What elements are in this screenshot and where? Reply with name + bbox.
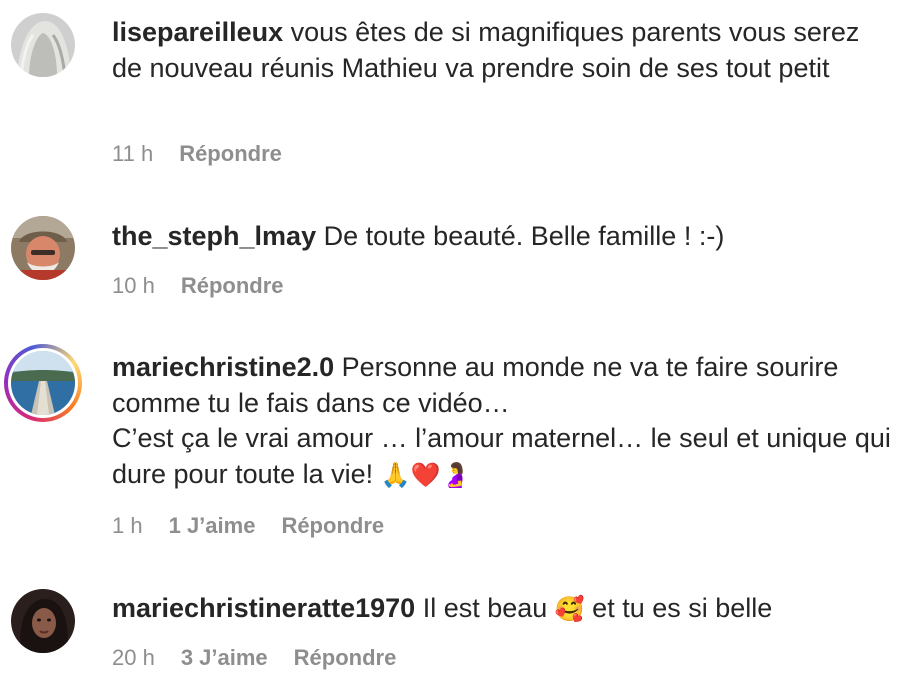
comment-body: the_steph_lmay De toute beauté. Belle fa… <box>112 219 892 255</box>
comment-username[interactable]: mariechristine2.0 <box>112 352 334 382</box>
avatar[interactable] <box>11 589 75 653</box>
reply-button[interactable]: Répondre <box>281 513 384 539</box>
comment-time[interactable]: 10 h <box>112 273 155 299</box>
likes-count[interactable]: 3 J’aime <box>181 645 268 671</box>
comment-body: mariechristineratte1970 Il est beau 🥰 et… <box>112 591 892 628</box>
comment-meta: 10 h Répondre <box>112 273 284 299</box>
comment-meta: 1 h 1 J’aime Répondre <box>112 513 384 539</box>
reply-button[interactable]: Répondre <box>294 645 397 671</box>
avatar <box>11 351 75 415</box>
reply-button[interactable]: Répondre <box>179 141 282 167</box>
avatar-grey-hair-icon <box>11 13 75 77</box>
comment-time[interactable]: 11 h <box>112 141 153 167</box>
comment-time[interactable]: 1 h <box>112 513 143 539</box>
avatar-man-hat-icon <box>11 216 75 280</box>
avatar-woman-dark-icon <box>11 589 75 653</box>
comment-meta: 11 h Répondre <box>112 141 282 167</box>
likes-count[interactable]: 1 J’aime <box>169 513 256 539</box>
avatar-story-ring[interactable] <box>4 344 82 422</box>
comment-username[interactable]: mariechristineratte1970 <box>112 593 415 623</box>
comment-text-after: et tu es si belle <box>584 593 773 623</box>
comment-body: lisepareilleux vous êtes de si magnifiqu… <box>112 15 892 86</box>
avatar-pier-icon <box>11 351 75 415</box>
comment-body: mariechristine2.0 Personne au monde ne v… <box>112 350 892 493</box>
comment-text: Il est beau <box>422 593 555 623</box>
comment-text: De toute beauté. Belle famille ! :-) <box>323 221 725 251</box>
avatar[interactable] <box>11 216 75 280</box>
comment-meta: 20 h 3 J’aime Répondre <box>112 645 396 671</box>
comment-username[interactable]: lisepareilleux <box>112 17 283 47</box>
avatar[interactable] <box>11 13 75 77</box>
comment-username[interactable]: the_steph_lmay <box>112 221 316 251</box>
comment-time[interactable]: 20 h <box>112 645 155 671</box>
reply-button[interactable]: Répondre <box>181 273 284 299</box>
comment-emoji: 🥰 <box>554 595 585 623</box>
story-ring-inner <box>8 348 78 418</box>
comments-list: lisepareilleux vous êtes de si magnifiqu… <box>0 0 904 688</box>
comment-emojis: 🙏❤️🤰 <box>380 460 471 489</box>
